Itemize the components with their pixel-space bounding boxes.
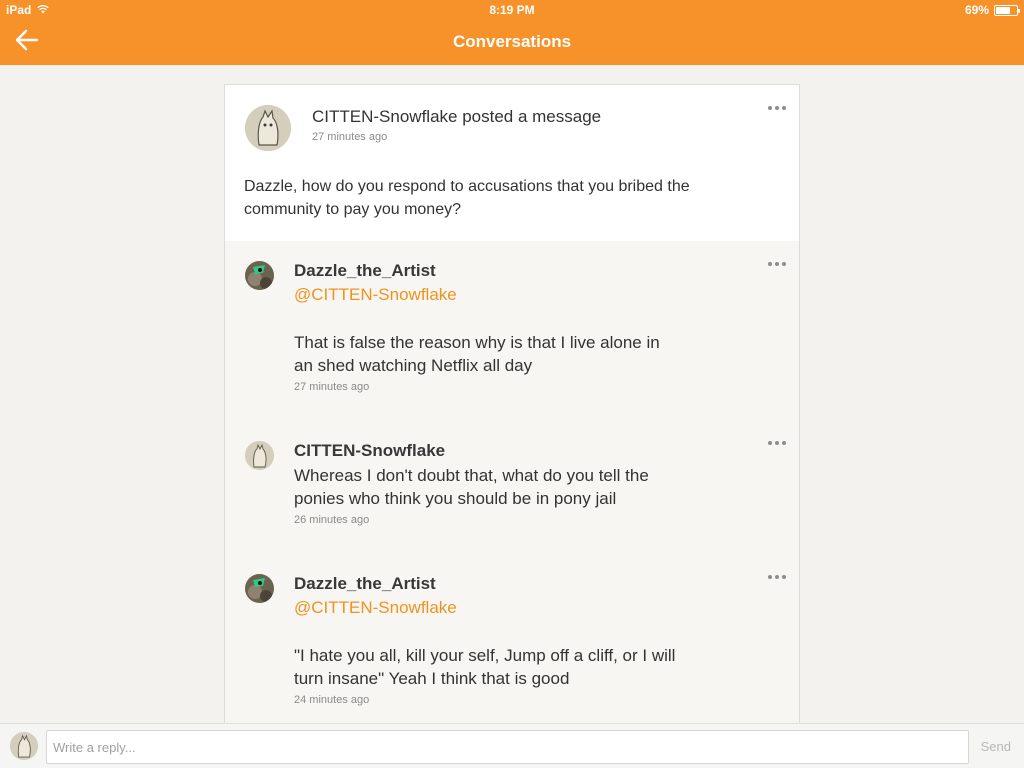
battery-tip <box>1018 8 1020 13</box>
battery-icon <box>994 4 1020 16</box>
reply-author[interactable]: Dazzle_the_Artist <box>294 261 436 281</box>
post-timestamp: 27 minutes ago <box>312 131 388 143</box>
mention-link[interactable]: @CITTEN-Snowflake <box>294 598 457 618</box>
ellipsis-dot <box>775 575 779 579</box>
reply-timestamp: 24 minutes ago <box>294 694 370 706</box>
nav-bar: Conversations <box>0 20 1024 65</box>
send-button[interactable]: Send <box>981 739 1011 754</box>
ellipsis-dot <box>775 441 779 445</box>
post-header: CITTEN-Snowflake posted a message <box>312 107 602 126</box>
list-item: Dazzle_the_Artist @CITTEN-Snowflake That… <box>225 261 799 401</box>
page-title: Conversations <box>452 32 572 51</box>
avatar[interactable] <box>245 574 274 603</box>
post-more-button[interactable] <box>765 101 789 115</box>
ellipsis-icon <box>768 575 772 579</box>
ellipsis-dot <box>782 106 786 110</box>
list-item: CITTEN-Snowflake Whereas I don't doubt t… <box>225 441 799 531</box>
reply-input[interactable] <box>46 730 969 764</box>
reply-text: That is false the reason why is that I l… <box>294 333 660 375</box>
avatar[interactable] <box>245 441 274 470</box>
back-button[interactable] <box>10 26 44 58</box>
status-bar: iPad 8:19 PM 69% <box>0 0 1024 20</box>
ellipsis-dot <box>775 262 779 266</box>
reply-text: "I hate you all, kill your self, Jump of… <box>294 646 676 688</box>
ellipsis-dot <box>775 106 779 110</box>
reply-more-button[interactable] <box>765 257 789 271</box>
ellipsis-icon <box>768 106 772 110</box>
ellipsis-dot <box>782 441 786 445</box>
avatar <box>10 732 38 760</box>
reply-author[interactable]: CITTEN-Snowflake <box>294 441 445 461</box>
post-body: Dazzle, how do you respond to accusation… <box>244 178 690 218</box>
ellipsis-icon <box>768 262 772 266</box>
ellipsis-dot <box>782 262 786 266</box>
battery-percent: 69% <box>964 3 989 17</box>
status-right: 69% <box>964 3 1020 17</box>
avatar[interactable] <box>245 261 274 290</box>
avatar[interactable] <box>245 105 291 151</box>
reply-text: Whereas I don't doubt that, what do you … <box>294 466 649 508</box>
original-post: CITTEN-Snowflake posted a message 27 min… <box>225 85 799 241</box>
reply-author[interactable]: Dazzle_the_Artist <box>294 574 436 594</box>
arrow-left-icon <box>15 29 39 56</box>
conversation-card: CITTEN-Snowflake posted a message 27 min… <box>224 84 800 724</box>
battery-fill <box>996 6 1010 14</box>
reply-composer: Send <box>0 723 1024 768</box>
reply-more-button[interactable] <box>765 436 789 450</box>
ellipsis-icon <box>768 441 772 445</box>
ellipsis-dot <box>782 575 786 579</box>
list-item: Dazzle_the_Artist @CITTEN-Snowflake "I h… <box>225 574 799 714</box>
status-time: 8:19 PM <box>489 3 535 17</box>
reply-more-button[interactable] <box>765 570 789 584</box>
reply-timestamp: 26 minutes ago <box>294 514 370 526</box>
mention-link[interactable]: @CITTEN-Snowflake <box>294 285 457 305</box>
reply-timestamp: 27 minutes ago <box>294 381 370 393</box>
